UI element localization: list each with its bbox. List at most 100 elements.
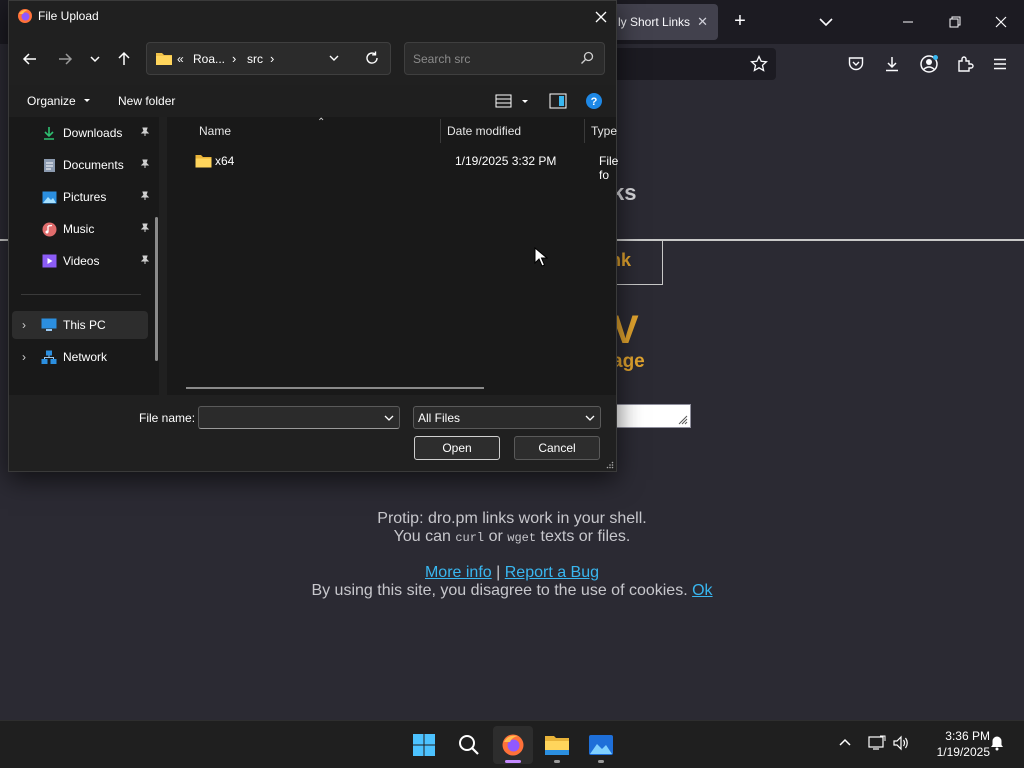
chevron-up-icon xyxy=(839,738,851,746)
column-header-name[interactable]: Name xyxy=(199,124,231,138)
menu-icon[interactable] xyxy=(988,52,1012,76)
new-folder-button[interactable]: New folder xyxy=(118,94,175,108)
view-options-button[interactable] xyxy=(493,91,515,111)
footer-links: More info | Report a Bug xyxy=(424,564,600,581)
running-indicator xyxy=(554,760,560,763)
file-row[interactable]: x64 1/19/2025 3:32 PM File fo xyxy=(177,149,618,182)
start-button[interactable] xyxy=(404,726,444,764)
preview-pane-button[interactable] xyxy=(547,91,569,111)
nav-separator xyxy=(21,294,141,295)
report-bug-link[interactable]: Report a Bug xyxy=(505,564,599,581)
file-name-input[interactable] xyxy=(205,410,375,426)
up-button[interactable] xyxy=(110,45,138,73)
network-icon xyxy=(41,349,57,365)
chevron-right-icon[interactable]: › xyxy=(270,51,274,66)
chevron-right-icon[interactable]: › xyxy=(22,318,26,332)
search-box[interactable] xyxy=(404,42,605,75)
horizontal-scrollbar[interactable] xyxy=(186,387,484,389)
windows-logo-icon xyxy=(413,734,435,756)
nav-item-documents[interactable]: Documents xyxy=(12,151,150,179)
file-name-combo[interactable] xyxy=(198,406,400,429)
chevron-right-icon[interactable]: › xyxy=(232,51,236,66)
address-segment-src[interactable]: src xyxy=(247,52,263,66)
protip-line-1: Protip: dro.pm links work in your shell. xyxy=(377,510,647,527)
dialog-close-button[interactable] xyxy=(589,5,613,29)
window-close-button[interactable] xyxy=(987,8,1015,36)
folder-icon xyxy=(156,53,172,65)
taskbar-file-explorer[interactable] xyxy=(537,726,577,764)
nav-item-downloads[interactable]: Downloads xyxy=(12,119,150,147)
nav-item-this-pc[interactable]: › This PC xyxy=(12,311,148,339)
preview-pane-icon xyxy=(549,93,567,109)
close-icon xyxy=(595,11,607,23)
list-all-tabs-button[interactable] xyxy=(812,10,840,34)
help-button[interactable]: ? xyxy=(583,91,605,111)
minimize-button[interactable] xyxy=(894,8,922,36)
view-dropdown-button[interactable] xyxy=(514,91,536,111)
column-separator[interactable] xyxy=(440,119,441,143)
search-input[interactable] xyxy=(413,50,573,68)
downloads-icon[interactable] xyxy=(880,52,904,76)
photos-icon xyxy=(589,735,613,755)
nav-item-videos[interactable]: Videos xyxy=(12,247,150,275)
address-bar[interactable]: « Roa... › src › xyxy=(146,42,391,75)
back-button[interactable] xyxy=(16,45,44,73)
forward-button[interactable] xyxy=(51,45,79,73)
svg-text:?: ? xyxy=(591,96,598,108)
column-separator[interactable] xyxy=(584,119,585,143)
dialog-titlebar: File Upload xyxy=(9,1,616,33)
firefox-icon xyxy=(502,734,524,756)
organize-button[interactable]: Organize xyxy=(27,94,92,108)
address-segment-roaming[interactable]: Roa... xyxy=(193,52,225,66)
column-header-type[interactable]: Type xyxy=(591,124,617,138)
nav-item-music[interactable]: Music xyxy=(12,215,150,243)
show-hidden-icons-button[interactable] xyxy=(834,732,856,754)
folder-icon xyxy=(195,155,212,168)
paste-textarea[interactable] xyxy=(612,404,691,428)
file-upload-dialog: File Upload « Roa... › src › Organize Ne… xyxy=(8,0,618,472)
nav-item-pictures[interactable]: Pictures xyxy=(12,183,150,211)
chevron-right-icon[interactable]: › xyxy=(22,350,26,364)
file-date: 1/19/2025 3:32 PM xyxy=(455,154,557,168)
resize-grip-icon xyxy=(678,415,688,425)
clock[interactable]: 3:36 PM 1/19/2025 xyxy=(918,728,990,760)
account-icon[interactable] xyxy=(917,52,941,76)
command-bar: Organize New folder ? xyxy=(9,85,616,117)
search-icon xyxy=(581,51,594,64)
sort-ascending-icon: ⌃ xyxy=(317,117,326,128)
volume-icon[interactable] xyxy=(890,732,912,754)
browser-tab[interactable]: ly Short Links ✕ xyxy=(604,4,718,40)
file-type-value: All Files xyxy=(418,411,461,425)
more-info-link[interactable]: More info xyxy=(425,564,492,581)
extensions-icon[interactable] xyxy=(953,52,977,76)
restore-button[interactable] xyxy=(941,8,969,36)
taskbar-firefox[interactable] xyxy=(493,726,533,764)
chevron-down-icon xyxy=(585,415,595,421)
address-overflow[interactable]: « xyxy=(177,52,184,66)
nav-scrollbar[interactable] xyxy=(155,217,158,361)
column-header-date[interactable]: Date modified xyxy=(447,124,521,138)
cookie-notice: By using this site, you disagree to the … xyxy=(311,582,713,599)
nav-item-network[interactable]: › Network xyxy=(12,343,148,371)
network-status-icon[interactable] xyxy=(866,732,888,754)
cancel-button[interactable]: Cancel xyxy=(514,436,600,460)
notification-bell-icon[interactable] xyxy=(986,732,1008,754)
pin-icon xyxy=(140,159,150,168)
taskbar-app[interactable] xyxy=(581,726,621,764)
pin-icon xyxy=(140,223,150,232)
new-tab-button[interactable]: + xyxy=(728,10,752,34)
file-type-select[interactable]: All Files xyxy=(413,406,601,429)
pocket-icon[interactable] xyxy=(844,52,868,76)
protip-text: Protip: dro.pm links work in your shell.… xyxy=(0,510,1024,547)
cookie-ok-link[interactable]: Ok xyxy=(692,582,712,599)
picture-icon xyxy=(41,189,57,205)
curl-code: curl xyxy=(455,531,485,545)
open-button[interactable]: Open xyxy=(414,436,500,460)
bookmark-star-icon[interactable] xyxy=(747,52,771,76)
tab-close-icon[interactable]: ✕ xyxy=(697,14,708,30)
wget-code: wget xyxy=(507,531,537,545)
navigation-pane: Downloads Documents Pictures Music Video… xyxy=(9,117,159,395)
search-button[interactable] xyxy=(449,726,489,764)
recent-locations-button[interactable] xyxy=(81,45,109,73)
arrow-left-icon xyxy=(22,53,36,65)
